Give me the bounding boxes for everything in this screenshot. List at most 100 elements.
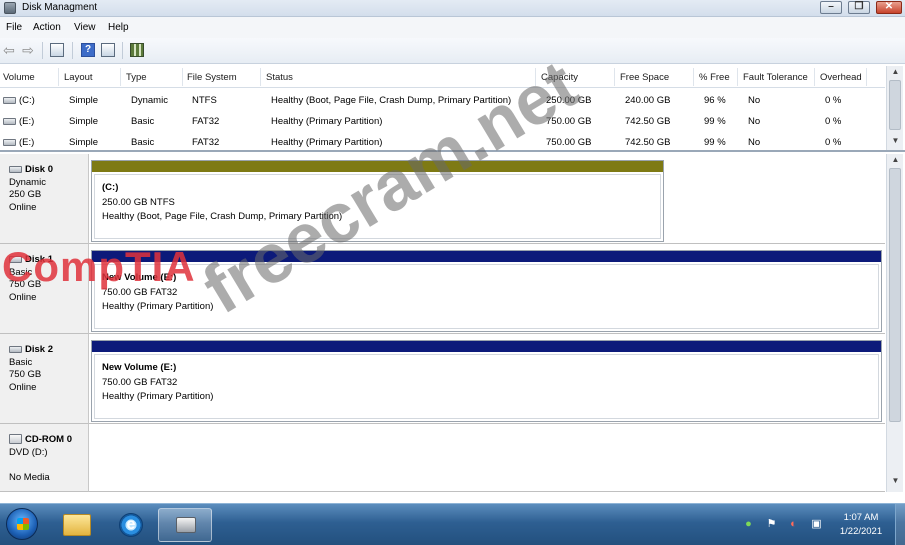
menu-file[interactable]: File [6, 22, 22, 33]
column-header-type[interactable]: Type [126, 72, 147, 83]
menu-view[interactable]: View [74, 22, 96, 33]
fault-tolerance-cell: No [748, 137, 761, 148]
show-hide-pane-icon[interactable] [101, 43, 115, 57]
network-icon[interactable]: ● [742, 518, 755, 531]
partition-title: New Volume (E:) [102, 362, 177, 373]
type-cell: Dynamic [131, 95, 168, 106]
window-title: Disk Managment [22, 2, 98, 13]
cdrom-name: CD-ROM 0 [9, 434, 88, 447]
cd-drive-icon [9, 434, 22, 445]
disk-type: Basic [9, 356, 33, 368]
menu-help[interactable]: Help [108, 22, 129, 33]
disk-state: Online [9, 201, 37, 213]
toolbar-separator [122, 42, 123, 59]
disk-name: Disk 0 [9, 164, 88, 177]
taskbar-explorer-button[interactable] [50, 508, 104, 542]
column-divider[interactable] [614, 68, 615, 86]
disk-icon [9, 165, 22, 173]
column-header-status[interactable]: Status [266, 72, 293, 83]
disk-name-text: Disk 0 [25, 164, 53, 175]
taskbar-ie-button[interactable]: e [104, 508, 158, 542]
free-space-cell: 240.00 GB [625, 95, 671, 106]
close-icon: ✕ [884, 1, 894, 12]
help-icon[interactable]: ? [81, 43, 95, 57]
scroll-down-icon[interactable]: ▼ [887, 476, 904, 485]
clock-date: 1/22/2021 [839, 526, 883, 537]
volume-icon [3, 138, 16, 146]
file-system-cell: FAT32 [192, 137, 220, 148]
close-button[interactable]: ✕ [876, 1, 902, 14]
column-divider[interactable] [120, 68, 121, 86]
column-header-percent-free[interactable]: % Free [699, 72, 730, 83]
column-header-overhead[interactable]: Overhead [820, 72, 862, 83]
volume-list-header: Volume Layout Type File System Status Ca… [0, 66, 885, 88]
scrollbar-thumb[interactable] [889, 168, 901, 422]
maximize-icon: ❐ [854, 1, 864, 12]
partition-bar [92, 341, 881, 352]
menu-bar: File Action View Help [0, 17, 905, 38]
volume-muted-icon[interactable]: ◐ [787, 518, 800, 531]
minimize-button[interactable]: – [820, 1, 842, 14]
column-divider[interactable] [814, 68, 815, 86]
column-header-volume[interactable]: Volume [3, 72, 35, 83]
scroll-up-icon[interactable]: ▲ [887, 155, 904, 164]
disk-management-window: Disk Managment – ❐ ✕ File Action View He… [0, 0, 905, 503]
volume-list-scrollbar[interactable]: ▲ ▼ [886, 66, 903, 150]
scroll-up-icon[interactable]: ▲ [887, 67, 904, 76]
show-desktop-button[interactable] [895, 504, 905, 545]
maximize-button[interactable]: ❐ [848, 1, 870, 14]
disk-map-icon[interactable] [130, 43, 144, 57]
internet-explorer-icon: e [119, 513, 143, 537]
disk-0-label[interactable]: Disk 0 Dynamic 250 GB Online [0, 154, 89, 244]
column-header-file-system[interactable]: File System [187, 72, 237, 83]
layout-cell: Simple [69, 137, 99, 148]
partition-e[interactable]: New Volume (E:) 750.00 GB FAT32 Healthy … [91, 340, 882, 422]
taskbar-disk-management-button[interactable] [158, 508, 212, 542]
back-icon[interactable]: ⇦ [2, 43, 16, 57]
scroll-down-icon[interactable]: ▼ [887, 136, 904, 145]
column-divider[interactable] [866, 68, 867, 86]
column-divider[interactable] [58, 68, 59, 86]
column-divider[interactable] [182, 68, 183, 86]
menu-action[interactable]: Action [33, 22, 61, 33]
column-header-fault-tolerance[interactable]: Fault Tolerance [743, 72, 808, 83]
disk-state: Online [9, 291, 37, 303]
volume-name: (E:) [19, 116, 35, 127]
volume-name: (C:) [19, 95, 35, 106]
column-header-layout[interactable]: Layout [64, 72, 93, 83]
cdrom-name-text: CD-ROM 0 [25, 434, 72, 445]
column-divider[interactable] [693, 68, 694, 86]
disk-icon [9, 345, 22, 353]
disk-map-scrollbar[interactable]: ▲ ▼ [886, 154, 903, 492]
disk-type: Dynamic [9, 176, 46, 188]
display-icon[interactable]: ▣ [810, 518, 823, 531]
free-space-cell: 742.50 GB [625, 137, 671, 148]
action-center-flag-icon[interactable]: ⚑ [765, 518, 778, 531]
volume-row[interactable]: (C:) Simple Dynamic NTFS Healthy (Boot, … [0, 89, 885, 110]
column-header-free-space[interactable]: Free Space [620, 72, 669, 83]
start-button[interactable] [6, 508, 38, 540]
properties-icon[interactable] [50, 43, 64, 57]
disk-management-icon [176, 517, 196, 533]
status-cell: Healthy (Primary Partition) [271, 116, 383, 127]
scrollbar-thumb[interactable] [889, 80, 901, 130]
column-divider[interactable] [737, 68, 738, 86]
disk-2-label[interactable]: Disk 2 Basic 750 GB Online [0, 334, 89, 424]
file-system-cell: FAT32 [192, 116, 220, 127]
type-cell: Basic [131, 137, 155, 148]
fault-tolerance-cell: No [748, 95, 761, 106]
cdrom-0-label[interactable]: CD-ROM 0 DVD (D:) No Media [0, 424, 89, 492]
volume-cell: (C:) [3, 95, 35, 106]
system-clock[interactable]: 1:07 AM 1/22/2021 [837, 511, 885, 539]
percent-free-cell: 99 % [704, 116, 726, 127]
column-divider[interactable] [260, 68, 261, 86]
volume-icon [3, 117, 16, 125]
disk-size: 250 GB [9, 189, 42, 200]
title-bar: Disk Managment – ❐ ✕ [0, 0, 905, 17]
disk-name: Disk 2 [9, 344, 88, 357]
forward-icon[interactable]: ⇨ [21, 43, 35, 57]
partition-details: New Volume (E:) 750.00 GB FAT32 Healthy … [94, 354, 879, 419]
disk-map: Disk 0 Dynamic 250 GB Online (C:) 250.00… [0, 154, 905, 492]
file-system-cell: NTFS [192, 95, 217, 106]
toolbar-separator [42, 42, 43, 59]
